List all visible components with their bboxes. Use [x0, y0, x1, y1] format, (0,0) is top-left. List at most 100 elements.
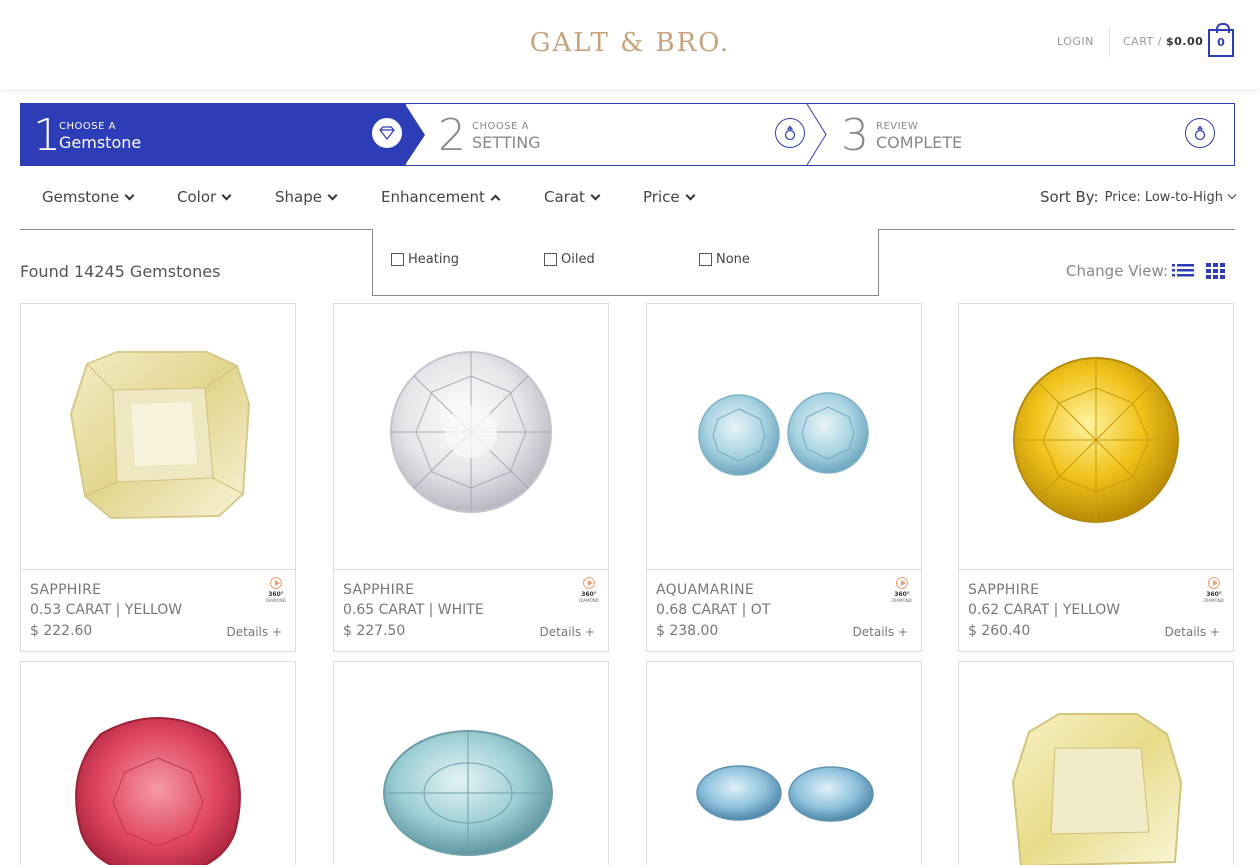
header-divider: [1109, 28, 1110, 57]
enhancement-option-none[interactable]: None: [699, 252, 750, 267]
filter-shape[interactable]: Shape: [275, 188, 338, 206]
badge-360-sublabel: DIAMOND: [1204, 598, 1224, 603]
gem-image[interactable]: [959, 662, 1233, 865]
filter-label: Price: [643, 188, 680, 206]
gem-image[interactable]: [959, 304, 1233, 570]
step-review-complete[interactable]: 3 REVIEW COMPLETE: [829, 104, 1234, 165]
gem-description: 0.68 CARAT | OT: [656, 602, 771, 618]
diamond-icon: [372, 118, 402, 148]
checkbox[interactable]: [391, 253, 404, 266]
step-subtitle: CHOOSE A: [59, 121, 116, 132]
details-link[interactable]: Details +: [1165, 625, 1220, 639]
filter-color[interactable]: Color: [177, 188, 232, 206]
cart-bag-icon[interactable]: 0: [1208, 23, 1234, 57]
cart-link[interactable]: CART / $0.00: [1123, 35, 1203, 48]
site-header: GALT & BRO. LOGIN CART / $0.00 0: [0, 0, 1260, 89]
gem-price: $ 227.50: [343, 623, 406, 639]
details-link[interactable]: Details +: [853, 625, 908, 639]
gem-image[interactable]: [334, 304, 608, 570]
step-subtitle: CHOOSE A: [472, 121, 529, 132]
details-link[interactable]: Details +: [227, 625, 282, 639]
gem-description: 0.62 CARAT | YELLOW: [968, 602, 1121, 618]
chevron-down-icon: [685, 190, 696, 200]
product-card[interactable]: SAPPHIRE 0.65 CARAT | WHITE $ 227.50 Det…: [333, 303, 609, 652]
filter-label: Gemstone: [42, 188, 120, 206]
checkbox[interactable]: [699, 253, 712, 266]
gem-image[interactable]: [647, 662, 921, 865]
filter-enhancement[interactable]: Enhancement: [381, 188, 501, 206]
enhancement-option-heating[interactable]: Heating: [391, 252, 459, 267]
list-view-icon[interactable]: [1172, 263, 1195, 279]
chevron-up-icon: [490, 194, 501, 204]
change-view: Change View:: [1066, 262, 1228, 280]
chevron-down-icon: [124, 190, 135, 200]
step-choose-setting[interactable]: 2 CHOOSE A SETTING: [426, 104, 826, 165]
filter-gemstone[interactable]: Gemstone: [42, 188, 135, 206]
grid-view-icon[interactable]: [1204, 262, 1228, 280]
360-view-icon[interactable]: 360° DIAMOND: [889, 577, 915, 603]
gem-price: $ 238.00: [656, 623, 719, 639]
badge-360-label: 360°: [894, 591, 910, 598]
step-arrow: [405, 104, 425, 165]
gem-type: AQUAMARINE: [656, 582, 755, 598]
step-title: COMPLETE: [876, 133, 963, 152]
product-card[interactable]: [333, 661, 609, 865]
filter-bar: Gemstone Color Shape Enhancement Carat P…: [20, 188, 1237, 214]
ring-icon: [1185, 118, 1215, 148]
step-progress-bar: 1 CHOOSE A Gemstone 2 CHOOSE A SETTING 3…: [20, 103, 1235, 166]
product-card[interactable]: [20, 661, 296, 865]
gem-image[interactable]: [334, 662, 608, 865]
badge-360-label: 360°: [1206, 591, 1222, 598]
badge-360-sublabel: DIAMOND: [579, 598, 599, 603]
cart-amount: $0.00: [1165, 35, 1204, 48]
badge-360-label: 360°: [581, 591, 597, 598]
badge-360-sublabel: DIAMOND: [892, 598, 912, 603]
product-card[interactable]: AQUAMARINE 0.68 CARAT | OT $ 238.00 Deta…: [646, 303, 922, 652]
details-link[interactable]: Details +: [540, 625, 595, 639]
results-count: Found 14245 Gemstones: [20, 262, 221, 281]
product-card[interactable]: SAPPHIRE 0.53 CARAT | YELLOW $ 222.60 De…: [20, 303, 296, 652]
gem-type: SAPPHIRE: [343, 582, 415, 598]
filter-carat[interactable]: Carat: [544, 188, 601, 206]
gem-image[interactable]: [21, 662, 295, 865]
gem-type: SAPPHIRE: [30, 582, 102, 598]
gem-price: $ 222.60: [30, 623, 93, 639]
chevron-down-icon: [221, 190, 232, 200]
sort-by-dropdown[interactable]: Sort By: Price: Low-to-High: [1039, 188, 1237, 206]
chevron-down-icon: [590, 190, 601, 200]
gem-image[interactable]: [21, 304, 295, 570]
filter-label: Shape: [275, 188, 322, 206]
product-card[interactable]: [646, 661, 922, 865]
360-view-icon[interactable]: 360° DIAMOND: [263, 577, 289, 603]
gem-description: 0.65 CARAT | WHITE: [343, 602, 484, 618]
sort-value: Price: Low-to-High: [1104, 189, 1223, 205]
gem-image[interactable]: [647, 304, 921, 570]
checkbox[interactable]: [544, 253, 557, 266]
cart-label: CART /: [1123, 35, 1162, 48]
product-card[interactable]: SAPPHIRE 0.62 CARAT | YELLOW $ 260.40 De…: [958, 303, 1234, 652]
filter-label: Carat: [544, 188, 585, 206]
sort-label: Sort By:: [1039, 188, 1099, 206]
step-number: 1: [33, 110, 61, 161]
ring-icon: [775, 118, 805, 148]
360-view-icon[interactable]: 360° DIAMOND: [1201, 577, 1227, 603]
badge-360-label: 360°: [268, 591, 284, 598]
step-title: Gemstone: [59, 133, 142, 152]
enhancement-option-oiled[interactable]: Oiled: [544, 252, 595, 267]
product-card[interactable]: [958, 661, 1234, 865]
option-label: Oiled: [561, 252, 595, 267]
gem-description: 0.53 CARAT | YELLOW: [30, 602, 183, 618]
step-choose-gemstone[interactable]: 1 CHOOSE A Gemstone: [21, 104, 406, 165]
step-number: 2: [438, 110, 466, 161]
enhancement-dropdown-panel: Heating Oiled None: [372, 229, 879, 296]
filter-price[interactable]: Price: [643, 188, 696, 206]
chevron-down-icon: [327, 190, 338, 200]
step-number: 3: [841, 110, 869, 161]
login-link[interactable]: LOGIN: [1057, 35, 1094, 48]
step-chevron: [806, 104, 827, 165]
badge-360-sublabel: DIAMOND: [266, 598, 286, 603]
360-view-icon[interactable]: 360° DIAMOND: [576, 577, 602, 603]
filter-divider: [20, 229, 372, 230]
filter-label: Color: [177, 188, 217, 206]
step-subtitle: REVIEW: [876, 121, 919, 132]
